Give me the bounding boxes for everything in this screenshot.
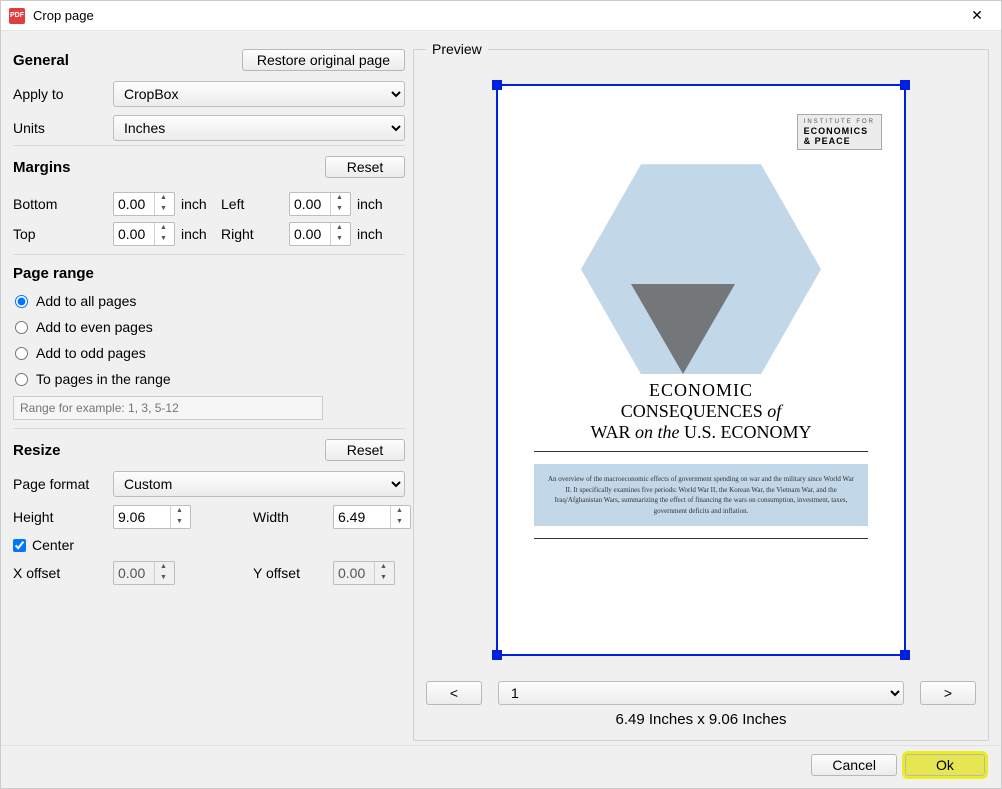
titlebar: PDF Crop page ✕ [1, 1, 1001, 31]
cancel-button[interactable]: Cancel [811, 754, 897, 776]
apply-to-label: Apply to [13, 86, 113, 102]
next-page-button[interactable]: > [920, 681, 976, 705]
close-button[interactable]: ✕ [957, 2, 997, 30]
apply-to-select[interactable]: CropBox [113, 81, 405, 107]
doc-title: ECONOMIC CONSEQUENCES of WAR on the U.S.… [520, 380, 882, 443]
height-spinner[interactable]: ▲▼ [113, 505, 191, 529]
preview-panel: Preview INSTITUTE FOR ECONOMICS & PEACE [413, 49, 989, 741]
units-label: Units [13, 120, 113, 136]
crop-page-dialog: PDF Crop page ✕ General Restore original… [0, 0, 1002, 789]
xoffset-spinner: ▲▼ [113, 561, 175, 585]
resize-reset-button[interactable]: Reset [325, 439, 405, 461]
crop-handle-bl[interactable] [492, 650, 502, 660]
page-format-select[interactable]: Custom [113, 471, 405, 497]
page-dimensions: 6.49 Inches x 9.06 Inches [426, 709, 976, 728]
right-label: Right [221, 226, 289, 242]
right-spinner[interactable]: ▲▼ [289, 222, 351, 246]
doc-logo: INSTITUTE FOR ECONOMICS & PEACE [797, 114, 882, 151]
app-icon: PDF [9, 8, 25, 24]
margins-heading: Margins [13, 159, 71, 176]
top-spinner[interactable]: ▲▼ [113, 222, 175, 246]
bottom-spinner[interactable]: ▲▼ [113, 192, 175, 216]
window-title: Crop page [33, 8, 957, 23]
resize-heading: Resize [13, 442, 61, 459]
page-format-label: Page format [13, 476, 113, 492]
dialog-footer: Cancel Ok [1, 745, 1001, 788]
crop-handle-br[interactable] [900, 650, 910, 660]
prev-page-button[interactable]: < [426, 681, 482, 705]
doc-abstract: An overview of the macroeconomic effects… [534, 464, 868, 526]
ok-button[interactable]: Ok [905, 754, 985, 776]
crop-handle-tl[interactable] [492, 80, 502, 90]
radio-even-pages[interactable]: Add to even pages [13, 314, 405, 340]
doc-graphic [581, 164, 821, 374]
units-select[interactable]: Inches [113, 115, 405, 141]
bottom-label: Bottom [13, 196, 113, 212]
page-range-input[interactable] [13, 396, 323, 420]
left-label: Left [221, 196, 289, 212]
top-label: Top [13, 226, 113, 242]
preview-heading: Preview [426, 41, 488, 57]
triangle-icon [631, 284, 735, 374]
settings-panel: General Restore original page Apply to C… [13, 39, 405, 741]
radio-range-pages[interactable]: To pages in the range [13, 366, 405, 392]
chevron-up-icon[interactable]: ▲ [155, 193, 172, 204]
page-range-heading: Page range [13, 265, 94, 282]
general-heading: General [13, 52, 69, 69]
height-label: Height [13, 509, 113, 525]
crop-handle-tr[interactable] [900, 80, 910, 90]
radio-all-pages[interactable]: Add to all pages [13, 288, 405, 314]
center-checkbox[interactable]: Center [13, 533, 405, 557]
restore-original-button[interactable]: Restore original page [242, 49, 405, 71]
width-spinner[interactable]: ▲▼ [333, 505, 411, 529]
margins-reset-button[interactable]: Reset [325, 156, 405, 178]
left-spinner[interactable]: ▲▼ [289, 192, 351, 216]
yoffset-spinner: ▲▼ [333, 561, 395, 585]
page-number-select[interactable]: 1 [498, 681, 904, 705]
chevron-down-icon[interactable]: ▼ [155, 204, 172, 215]
page-preview[interactable]: INSTITUTE FOR ECONOMICS & PEACE ECONOMIC… [496, 84, 906, 656]
yoffset-label: Y offset [253, 565, 333, 581]
width-label: Width [253, 509, 333, 525]
xoffset-label: X offset [13, 565, 113, 581]
radio-odd-pages[interactable]: Add to odd pages [13, 340, 405, 366]
